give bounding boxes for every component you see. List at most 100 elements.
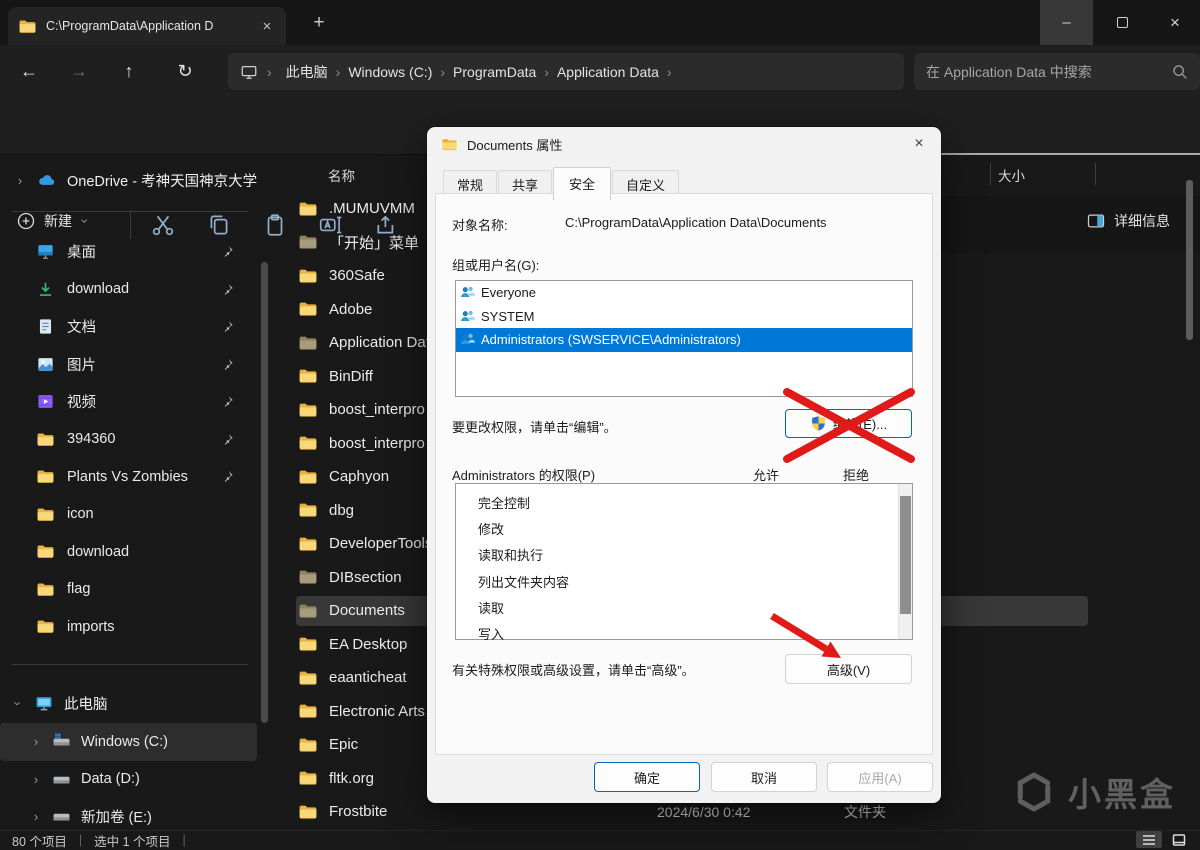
user-list-item[interactable]: Everyone xyxy=(456,281,912,305)
dialog-close-button[interactable]: × xyxy=(907,133,931,155)
users-icon xyxy=(460,287,475,298)
folder-name: fltk.org xyxy=(329,769,375,787)
sidebar-scrollbar[interactable] xyxy=(261,262,268,723)
sidebar-item[interactable]: 视频 xyxy=(0,383,260,421)
sidebar-item-label: 视频 xyxy=(67,395,96,412)
refresh-button[interactable]: ↻ xyxy=(168,55,202,87)
dialog-tab[interactable]: 安全 xyxy=(553,167,612,200)
folder-name: .MUMUVMM xyxy=(329,200,415,218)
folder-icon xyxy=(299,537,317,551)
folder-icon xyxy=(37,545,54,559)
sidebar-item[interactable]: icon xyxy=(0,496,260,534)
sidebar-item-drive[interactable]: › Data (D:) xyxy=(0,761,260,799)
back-button[interactable]: ← xyxy=(12,55,46,87)
folder-name: Electronic Arts xyxy=(329,702,425,720)
dialog-title-bar: Documents 属性 xyxy=(427,127,941,161)
ok-button[interactable]: 确定 xyxy=(594,762,700,792)
sidebar-item[interactable]: imports xyxy=(0,608,260,646)
maximize-icon xyxy=(1117,17,1128,28)
pin-icon xyxy=(224,396,233,407)
group-users-listbox[interactable]: Everyone SYSTEM Administrators (SWSERVIC… xyxy=(455,280,913,397)
folder-icon xyxy=(37,620,54,634)
folder-icon xyxy=(299,704,317,718)
sidebar-divider xyxy=(12,664,248,665)
chevron-right-icon[interactable]: › xyxy=(30,772,42,787)
thumbnail-view-button[interactable] xyxy=(1166,831,1192,848)
search-placeholder: 在 Application Data 中搜索 xyxy=(926,63,1092,80)
sidebar-item[interactable]: 394360 xyxy=(0,421,260,459)
breadcrumb-item[interactable]: Windows (C:) xyxy=(343,62,437,82)
sidebar-item[interactable]: download xyxy=(0,271,260,309)
drive-label: Windows (C:) xyxy=(81,733,169,750)
permissions-scrollbar[interactable] xyxy=(898,484,912,639)
scrollbar-thumb[interactable] xyxy=(900,496,911,614)
chevron-right-icon[interactable]: › xyxy=(30,734,42,749)
permission-item[interactable]: 完全控制 xyxy=(478,491,569,517)
windows-drive-icon xyxy=(53,733,70,746)
details-view-button[interactable] xyxy=(1136,831,1162,848)
close-button[interactable]: × xyxy=(1152,0,1198,45)
sidebar-item[interactable]: Plants Vs Zombies xyxy=(0,458,260,496)
sidebar-item-drive[interactable]: › Windows (C:) xyxy=(0,723,257,761)
chevron-down-icon[interactable]: › xyxy=(11,697,26,709)
chevron-right-icon[interactable]: › xyxy=(14,173,26,188)
permissions-listbox[interactable]: 完全控制 修改 读取和执行 列出文件夹内容 读取 写入 xyxy=(455,483,913,642)
search-icon xyxy=(1173,65,1187,79)
sidebar-item[interactable]: 桌面 xyxy=(0,233,260,271)
forward-button[interactable]: → xyxy=(62,55,96,87)
drive-label: Data (D:) xyxy=(81,771,140,788)
apply-button[interactable]: 应用(A) xyxy=(827,762,933,792)
download-icon xyxy=(39,282,52,296)
sidebar-item[interactable]: download xyxy=(0,533,260,571)
name-column-header[interactable]: 名称 xyxy=(328,165,355,185)
permission-item[interactable]: 读取和执行 xyxy=(478,543,569,569)
sidebar-divider xyxy=(12,211,248,212)
tab-bar: C:\ProgramData\Application D × + – × xyxy=(0,0,1200,45)
edit-button[interactable]: 编辑(E)... xyxy=(785,409,912,438)
search-input[interactable]: 在 Application Data 中搜索 xyxy=(914,53,1200,90)
permission-item[interactable]: 写入 xyxy=(478,622,569,648)
sidebar-item-label: flag xyxy=(67,581,91,598)
column-divider[interactable] xyxy=(990,163,991,185)
sidebar-item[interactable]: flag xyxy=(0,571,260,609)
minimize-button[interactable]: – xyxy=(1040,0,1093,45)
edit-hint-text: 要更改权限，请单击“编辑”。 xyxy=(452,420,617,435)
this-pc-icon xyxy=(36,697,52,711)
details-view-icon xyxy=(1143,834,1155,845)
sidebar-item-this-pc[interactable]: › 此电脑 xyxy=(0,688,260,718)
sidebar-item[interactable]: 文档 xyxy=(0,308,260,346)
new-tab-button[interactable]: + xyxy=(305,9,333,37)
explorer-tab[interactable]: C:\ProgramData\Application D × xyxy=(8,7,286,45)
advanced-button[interactable]: 高级(V) xyxy=(785,654,912,684)
user-list-item[interactable]: SYSTEM xyxy=(456,305,912,329)
column-divider[interactable] xyxy=(1095,163,1096,185)
folder-icon xyxy=(299,436,317,450)
file-list-scrollbar[interactable] xyxy=(1186,180,1193,340)
onedrive-icon xyxy=(39,174,55,185)
folder-name: eaanticheat xyxy=(329,669,407,687)
documents-icon xyxy=(39,319,52,334)
folder-name: Application Data xyxy=(329,334,439,352)
cancel-button[interactable]: 取消 xyxy=(711,762,817,792)
drive-icon xyxy=(53,813,70,821)
user-list-item[interactable]: Administrators (SWSERVICE\Administrators… xyxy=(456,328,912,352)
sidebar-item[interactable]: 图片 xyxy=(0,346,260,384)
up-button[interactable]: ↑ xyxy=(112,55,146,87)
size-column-header[interactable]: 大小 xyxy=(998,165,1025,185)
breadcrumb-item[interactable]: 此电脑 xyxy=(281,60,333,84)
folder-icon xyxy=(37,583,54,596)
permission-item[interactable]: 列出文件夹内容 xyxy=(478,570,569,596)
breadcrumb-item[interactable]: Application Data xyxy=(552,62,664,82)
tab-close-icon[interactable]: × xyxy=(258,18,276,35)
permission-item[interactable]: 修改 xyxy=(478,517,569,543)
chevron-right-icon[interactable]: › xyxy=(30,809,42,824)
sidebar-item-onedrive[interactable]: › OneDrive - 考神天国神京大学 xyxy=(0,165,260,195)
permission-item[interactable]: 读取 xyxy=(478,596,569,622)
breadcrumb-item[interactable]: ProgramData xyxy=(448,62,541,82)
user-name: SYSTEM xyxy=(481,308,535,324)
pin-icon xyxy=(224,433,233,445)
pictures-icon xyxy=(38,357,53,371)
chevron-right-icon: › xyxy=(666,63,672,80)
maximize-button[interactable] xyxy=(1100,0,1145,45)
folder-icon xyxy=(299,805,317,819)
